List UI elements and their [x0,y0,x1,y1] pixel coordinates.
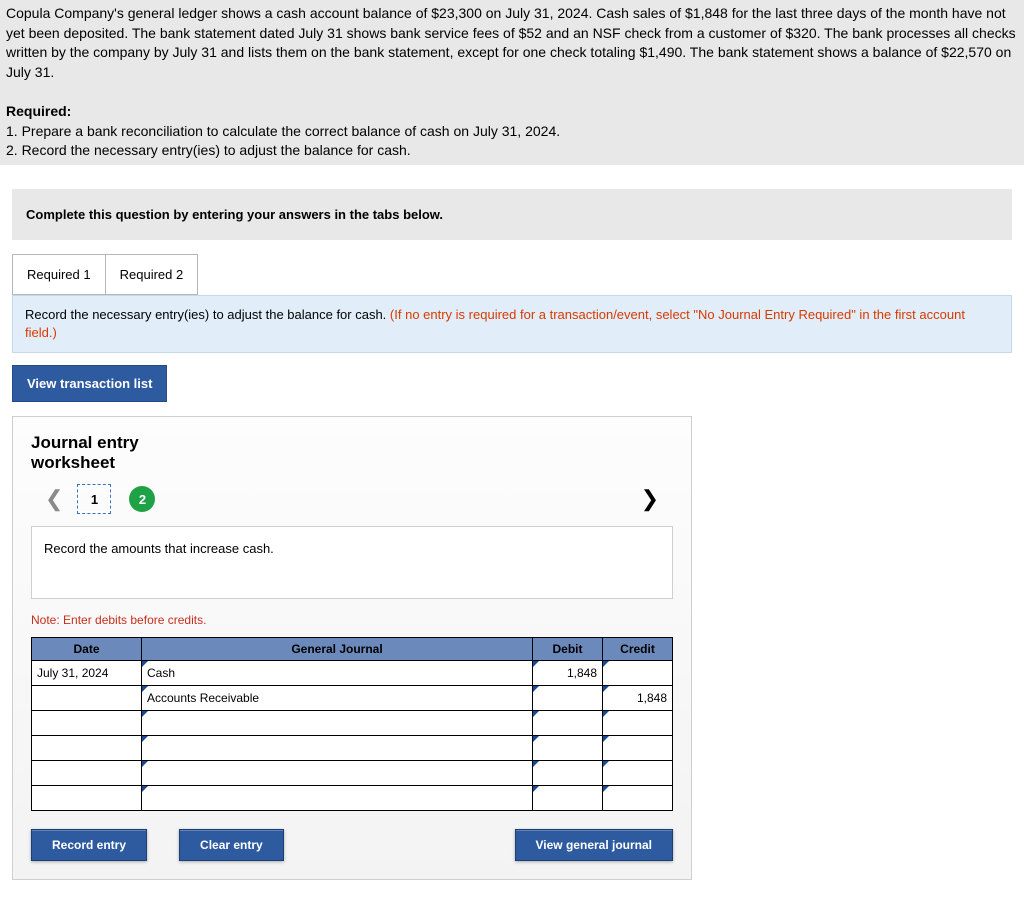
chevron-left-icon[interactable]: ❮ [31,486,77,512]
instruction-row: Record the necessary entry(ies) to adjus… [12,295,1012,353]
date-cell[interactable]: July 31, 2024 [32,661,142,686]
problem-statement: Copula Company's general ledger shows a … [0,0,1024,165]
tab-bar: Required 1 Required 2 [12,254,1024,295]
col-general-journal: General Journal [142,638,533,661]
date-cell[interactable] [32,786,142,811]
col-debit: Debit [533,638,603,661]
account-cell[interactable] [142,711,533,736]
date-cell[interactable] [32,711,142,736]
required-1: 1. Prepare a bank reconciliation to calc… [6,122,1018,142]
credit-cell[interactable]: 1,848 [603,686,673,711]
view-transaction-list-button[interactable]: View transaction list [12,365,167,402]
credit-cell[interactable] [603,661,673,686]
debit-cell[interactable]: 1,848 [533,661,603,686]
date-cell[interactable] [32,761,142,786]
table-row [32,736,673,761]
table-row: Accounts Receivable 1,848 [32,686,673,711]
page-1[interactable]: 1 [77,484,111,514]
entry-prompt: Record the amounts that increase cash. [31,526,673,599]
journal-entry-worksheet: Journal entry worksheet ❮ 1 2 ❯ Record t… [12,416,692,880]
table-row: July 31, 2024 Cash 1,848 [32,661,673,686]
record-entry-button[interactable]: Record entry [31,829,147,861]
worksheet-title: Journal entry worksheet [31,433,673,472]
page-2[interactable]: 2 [129,486,155,512]
date-cell[interactable] [32,686,142,711]
debit-cell[interactable] [533,686,603,711]
date-cell[interactable] [32,736,142,761]
table-row [32,711,673,736]
journal-entry-table: Date General Journal Debit Credit July 3… [31,637,673,811]
col-date: Date [32,638,142,661]
col-credit: Credit [603,638,673,661]
complete-prompt: Complete this question by entering your … [12,189,1012,240]
required-2: 2. Record the necessary entry(ies) to ad… [6,141,1018,161]
debit-cell[interactable] [533,711,603,736]
table-row [32,761,673,786]
button-row: Record entry Clear entry View general jo… [31,829,673,861]
tab-required-1[interactable]: Required 1 [12,254,106,295]
account-cell[interactable] [142,761,533,786]
problem-text: Copula Company's general ledger shows a … [6,4,1018,82]
pager: ❮ 1 2 ❯ [31,484,673,514]
credit-cell[interactable] [603,711,673,736]
account-cell[interactable] [142,736,533,761]
debit-cell[interactable] [533,736,603,761]
debit-cell[interactable] [533,786,603,811]
debit-cell[interactable] [533,761,603,786]
clear-entry-button[interactable]: Clear entry [179,829,284,861]
required-label: Required: [6,102,1018,122]
note-text: Note: Enter debits before credits. [31,613,673,627]
view-general-journal-button[interactable]: View general journal [515,829,673,861]
credit-cell[interactable] [603,736,673,761]
credit-cell[interactable] [603,786,673,811]
tab-required-2[interactable]: Required 2 [105,254,199,295]
credit-cell[interactable] [603,761,673,786]
account-cell[interactable] [142,786,533,811]
table-row [32,786,673,811]
account-cell[interactable]: Accounts Receivable [142,686,533,711]
account-cell[interactable]: Cash [142,661,533,686]
chevron-right-icon[interactable]: ❯ [627,486,673,512]
instruction-text: Record the necessary entry(ies) to adjus… [25,307,390,322]
